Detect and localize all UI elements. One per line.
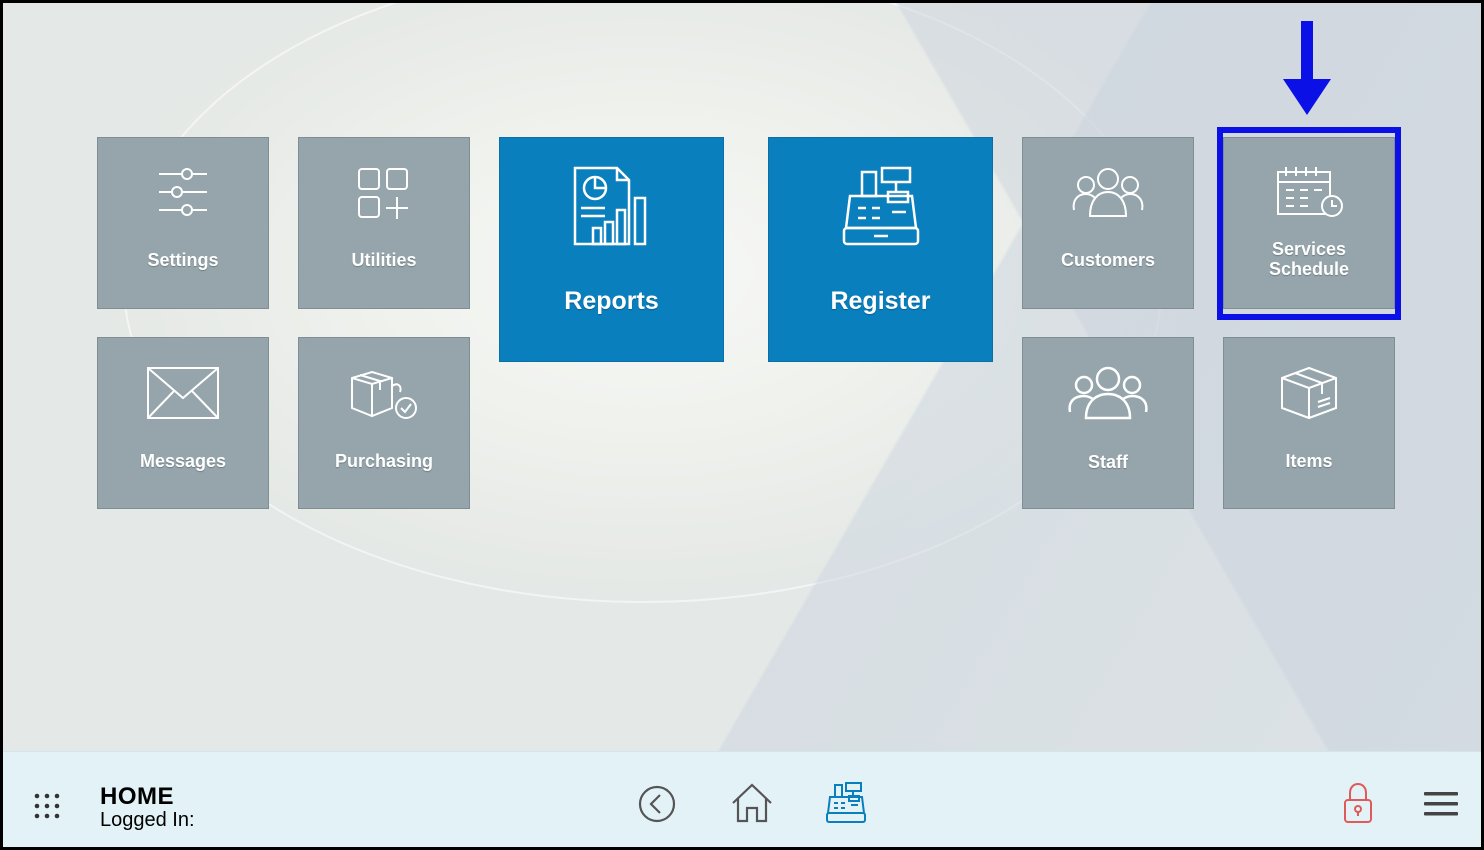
- utilities-label: Utilities: [351, 250, 417, 270]
- settings-tile[interactable]: Settings: [97, 137, 269, 309]
- sliders-icon: [159, 168, 207, 216]
- home-icon[interactable]: [730, 782, 774, 824]
- items-label: Items: [1285, 451, 1333, 471]
- staff-group-icon: [1068, 366, 1148, 420]
- arrow-down-icon: [1283, 21, 1331, 115]
- services-schedule-label-line2: Schedule: [1268, 259, 1350, 279]
- services-schedule-tile[interactable]: Services Schedule: [1223, 137, 1395, 309]
- cash-register-icon: [842, 166, 919, 246]
- customers-label: Customers: [1060, 250, 1156, 270]
- lock-icon[interactable]: [1342, 782, 1374, 824]
- cash-register-icon[interactable]: [825, 782, 867, 824]
- staff-label: Staff: [1088, 452, 1128, 472]
- report-chart-icon: [573, 166, 646, 246]
- package-icon: [1281, 366, 1337, 420]
- bottom-bar: HOME Logged In:: [3, 751, 1481, 847]
- settings-label: Settings: [147, 250, 219, 270]
- package-check-icon: [351, 370, 417, 419]
- apps-add-icon: [358, 168, 408, 219]
- messages-tile[interactable]: Messages: [97, 337, 269, 509]
- staff-tile[interactable]: Staff: [1022, 337, 1194, 509]
- register-label: Register: [830, 287, 931, 315]
- envelope-icon: [147, 367, 219, 419]
- purchasing-tile[interactable]: Purchasing: [298, 337, 470, 509]
- home-screen: Settings Utilities Reports Register Cust…: [0, 0, 1484, 850]
- reports-tile[interactable]: Reports: [499, 137, 724, 362]
- messages-label: Messages: [139, 451, 227, 471]
- calendar-clock-icon: [1277, 167, 1343, 217]
- page-title: HOME: [100, 783, 174, 810]
- register-tile[interactable]: Register: [768, 137, 993, 362]
- services-schedule-label-line1: Services: [1271, 239, 1347, 259]
- items-tile[interactable]: Items: [1223, 337, 1395, 509]
- users-group-icon: [1072, 168, 1144, 217]
- purchasing-label: Purchasing: [334, 451, 434, 471]
- hamburger-menu-icon[interactable]: [1424, 790, 1458, 818]
- customers-tile[interactable]: Customers: [1022, 137, 1194, 309]
- reports-label: Reports: [564, 287, 659, 315]
- logged-in-label: Logged In:: [100, 809, 195, 831]
- back-circle-icon[interactable]: [637, 784, 677, 824]
- utilities-tile[interactable]: Utilities: [298, 137, 470, 309]
- apps-grid-icon[interactable]: [33, 792, 61, 820]
